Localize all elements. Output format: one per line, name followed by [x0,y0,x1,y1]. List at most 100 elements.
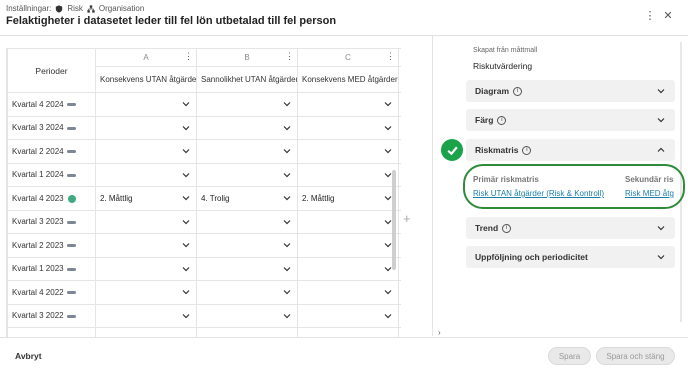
period-cell: Kvartal 1 2024 [7,162,96,187]
table-row: Kvartal 1 2023 [7,256,401,281]
value-dropdown-c[interactable] [297,256,399,281]
value-dropdown-b[interactable] [196,162,298,187]
cancel-button[interactable]: Avbryt [15,351,42,361]
column-name-a: Konsekvens UTAN åtgärder [95,66,197,93]
value-dropdown-a[interactable] [95,209,197,234]
column-name-b: Sannolikhet UTAN åtgärder [196,66,298,93]
dropdown-value: 4. Trolig [201,193,230,203]
value-dropdown-c[interactable] [297,162,399,187]
value-dropdown-b[interactable] [196,139,298,164]
section-farg[interactable]: Färg i [466,109,675,131]
breadcrumb-risk[interactable]: Risk [67,4,83,13]
primary-matrix-link[interactable]: Risk UTAN åtgärder (Risk & Kontroll) [473,189,604,198]
secondary-matrix-link[interactable]: Risk MED åtg [625,189,675,198]
section-riskmatris[interactable]: Riskmatris i [466,139,675,161]
value-dropdown-a[interactable] [95,280,197,305]
period-cell: Kvartal 2 2023 [7,233,96,258]
chevron-down-icon [384,149,392,154]
section-diagram[interactable]: Diagram i [466,80,675,102]
value-dropdown-b[interactable] [196,303,298,328]
value-dropdown-c[interactable] [297,233,399,258]
chevron-down-icon [384,313,392,319]
column-menu-icon[interactable]: ⋮ [285,52,294,61]
page-title: Felaktigheter i datasetet leder till fel… [6,15,337,27]
info-icon[interactable]: i [513,86,523,96]
period-label: Kvartal 4 2022 [12,287,64,297]
empty-cell [398,256,401,281]
period-label: Kvartal 1 2023 [12,264,64,274]
table-row: Kvartal 1 2024 [7,162,401,187]
column-letter-b[interactable]: B ⋮ [196,48,298,67]
period-cell: Kvartal 1 2023 [7,256,96,281]
section-trend[interactable]: Trend i [466,217,675,239]
info-icon[interactable]: i [502,223,512,233]
value-dropdown-a[interactable] [95,139,197,164]
value-dropdown-a[interactable] [95,256,197,281]
chevron-down-icon [283,243,291,248]
vertical-ellipsis-icon[interactable]: ⋮ [643,8,657,22]
value-dropdown-a[interactable] [95,233,197,258]
empty-cell [398,139,401,164]
period-cell: Kvartal 2 2024 [7,139,96,164]
value-dropdown-a[interactable]: 2. Måttlig [95,186,197,211]
chevron-down-icon [182,266,190,272]
status-pill [66,291,76,295]
save-and-close-button[interactable]: Spara och stäng [596,347,675,365]
panel-divider [432,36,433,336]
chevron-down-icon [283,266,291,272]
chevron-down-icon [384,102,392,107]
value-dropdown-b[interactable] [196,209,298,234]
period-label: Kvartal 3 2023 [12,217,64,227]
table-row: Kvartal 3 2022 [7,303,401,328]
info-icon[interactable]: i [497,115,507,125]
value-dropdown-a[interactable] [95,303,197,328]
periods-header: Perioder [7,48,96,93]
grid-scrollbar[interactable] [392,170,396,270]
section-uppfoljning[interactable]: Uppföljning och periodicitet [466,246,675,268]
column-letter-c[interactable]: C ⋮ [297,48,399,67]
column-menu-icon[interactable]: ⋮ [184,52,193,61]
chevron-down-icon [384,219,392,225]
add-column-icon[interactable]: + [403,211,411,226]
value-dropdown-b[interactable] [196,115,298,140]
period-label: Kvartal 3 2022 [12,311,64,321]
value-dropdown-b[interactable] [196,233,298,258]
value-dropdown-c[interactable] [297,115,399,140]
value-dropdown-a[interactable] [95,92,197,117]
chevron-down-icon [283,196,291,201]
section-uppfoljning-label: Uppföljning och periodicitet [475,252,588,262]
table-row: Kvartal 4 2023 2. Måttlig 4. Trolig 2. Mått… [7,186,401,211]
column-menu-icon[interactable]: ⋮ [386,52,395,61]
value-dropdown-c[interactable] [297,303,399,328]
chevron-down-icon [182,125,190,131]
value-dropdown-b[interactable] [196,256,298,281]
chevron-down-icon [283,102,291,107]
chevron-down-icon [283,290,291,295]
empty-cell [398,186,401,211]
column-name-c: Konsekvens MED åtgärder [297,66,399,93]
value-dropdown-b[interactable] [196,280,298,305]
chevron-down-icon [657,118,665,123]
chevron-down-icon [657,89,665,94]
chevron-down-icon [283,125,291,131]
chevron-right-icon[interactable]: › [438,328,441,337]
period-cell: Kvartal 3 2022 [7,303,96,328]
value-dropdown-c[interactable] [297,92,399,117]
value-dropdown-a[interactable] [95,162,197,187]
breadcrumb-organisation[interactable]: Organisation [99,4,144,13]
info-icon[interactable]: i [522,145,532,155]
save-button[interactable]: Spara [548,347,591,365]
value-dropdown-a[interactable] [95,115,197,140]
value-dropdown-b[interactable]: 4. Trolig [196,186,298,211]
chevron-up-icon [657,147,665,152]
value-dropdown-c[interactable] [297,139,399,164]
value-dropdown-c[interactable]: 2. Måttlig [297,186,399,211]
chevron-down-icon [182,172,190,178]
chevron-down-icon [182,102,190,107]
close-icon[interactable]: ✕ [661,8,675,22]
value-dropdown-b[interactable] [196,92,298,117]
column-letter-a[interactable]: A ⋮ [95,48,197,67]
chevron-down-icon [384,290,392,295]
value-dropdown-c[interactable] [297,209,399,234]
value-dropdown-c[interactable] [297,280,399,305]
